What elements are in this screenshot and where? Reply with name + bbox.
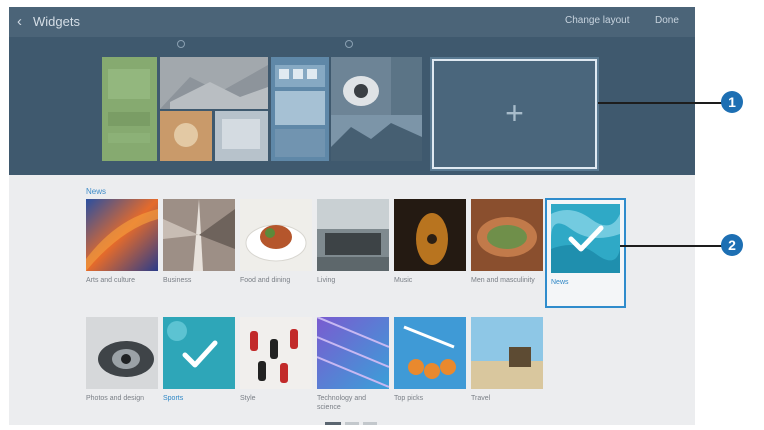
tile-business[interactable] bbox=[163, 199, 235, 271]
tile-style[interactable] bbox=[240, 317, 312, 389]
tile-label: Living bbox=[317, 277, 336, 284]
page-indicator-dot bbox=[177, 40, 185, 48]
widget-thumbnail[interactable] bbox=[331, 57, 422, 161]
plus-icon: + bbox=[505, 95, 524, 131]
tile-label: Technology and science bbox=[317, 395, 367, 411]
tile-image bbox=[240, 199, 312, 271]
callout-line-1 bbox=[598, 102, 722, 104]
tile-label: Sports bbox=[163, 395, 184, 402]
tile-men-and-masculinity[interactable] bbox=[471, 199, 543, 271]
done-button[interactable]: Done bbox=[655, 15, 679, 26]
widget-graphic bbox=[102, 57, 157, 161]
selected-tile-news[interactable]: News bbox=[545, 198, 626, 308]
home-page-thumbnails[interactable] bbox=[102, 57, 422, 161]
tile-food-and-dining[interactable] bbox=[240, 199, 312, 271]
tile-image bbox=[317, 199, 389, 271]
widget-thumbnail[interactable] bbox=[102, 57, 157, 161]
tile-image bbox=[86, 199, 158, 271]
tile-label: Top picks bbox=[394, 395, 424, 402]
tile-image bbox=[163, 199, 235, 271]
tile-label: News bbox=[551, 279, 569, 286]
tile-label: Food and dining bbox=[240, 277, 291, 284]
tile-image bbox=[317, 317, 389, 389]
widget-graphic bbox=[271, 57, 329, 161]
tile-label: Business bbox=[163, 277, 192, 284]
tile-image bbox=[394, 317, 466, 389]
change-layout-button[interactable]: Change layout bbox=[565, 15, 630, 26]
pager-indicator bbox=[345, 422, 359, 425]
action-bar: ‹ Widgets Change layout Done bbox=[9, 7, 695, 37]
tile-image bbox=[471, 199, 543, 271]
tile-label: Arts and culture bbox=[86, 277, 136, 284]
page-indicator-dot bbox=[345, 40, 353, 48]
widgets-screen: ‹ Widgets Change layout Done + News Arts… bbox=[9, 7, 695, 425]
tile-label: Travel bbox=[471, 395, 491, 402]
tile-label: Photos and design bbox=[86, 395, 144, 402]
tile-photos-and-design[interactable] bbox=[86, 317, 158, 389]
tile-image bbox=[86, 317, 158, 389]
tile-music[interactable] bbox=[394, 199, 466, 271]
tile-sports[interactable] bbox=[163, 317, 235, 389]
tile-news[interactable] bbox=[551, 204, 620, 273]
callout-badge-1: 1 bbox=[721, 91, 743, 113]
tile-travel[interactable] bbox=[471, 317, 543, 389]
tile-image bbox=[551, 204, 620, 273]
tile-image bbox=[240, 317, 312, 389]
tile-living[interactable] bbox=[317, 199, 389, 271]
pager-indicator-active bbox=[325, 422, 341, 425]
widget-graphic bbox=[331, 57, 422, 161]
widget-thumbnail[interactable] bbox=[160, 57, 268, 161]
home-screen-preview: + bbox=[9, 37, 695, 175]
pager-indicator bbox=[363, 422, 377, 425]
tile-technology-and-science[interactable] bbox=[317, 317, 389, 389]
tile-image bbox=[163, 317, 235, 389]
tile-label: Style bbox=[240, 395, 256, 402]
tile-image bbox=[394, 199, 466, 271]
tile-label: Music bbox=[394, 277, 413, 284]
tile-top-picks[interactable] bbox=[394, 317, 466, 389]
category-heading: News bbox=[86, 187, 107, 196]
widget-graphic bbox=[160, 57, 268, 161]
callout-badge-2: 2 bbox=[721, 234, 743, 256]
widget-thumbnail[interactable] bbox=[271, 57, 329, 161]
callout-line-2 bbox=[620, 245, 722, 247]
tile-image bbox=[471, 317, 543, 389]
back-arrow-icon[interactable]: ‹ bbox=[17, 13, 22, 30]
add-widget-page-button[interactable]: + bbox=[432, 59, 597, 169]
tile-arts-and-culture[interactable] bbox=[86, 199, 158, 271]
page-title: Widgets bbox=[33, 14, 80, 29]
tile-label: Men and masculinity bbox=[471, 277, 535, 284]
